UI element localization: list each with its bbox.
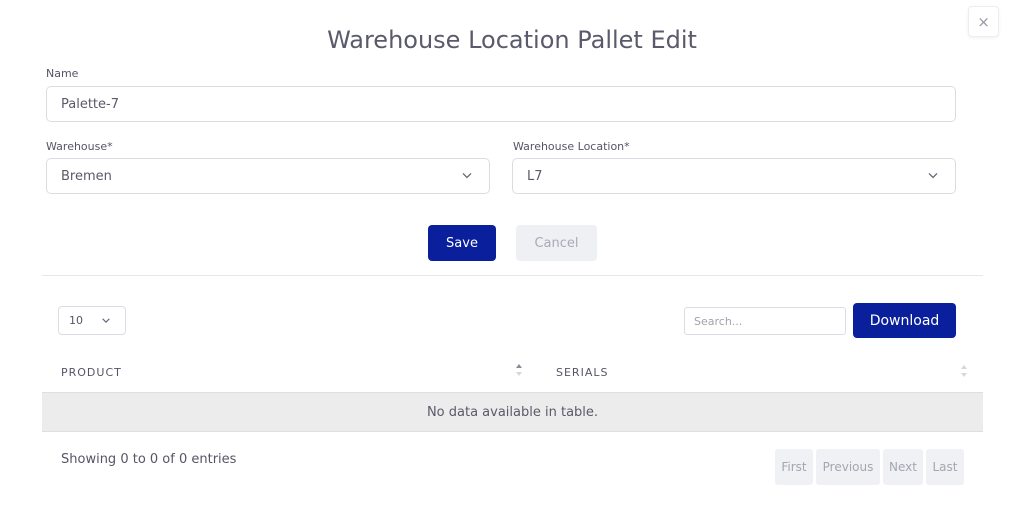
warehouse-select-value: Bremen xyxy=(61,168,112,184)
pagination-first-button[interactable]: First xyxy=(775,449,813,485)
table-bottom-divider xyxy=(42,431,983,432)
warehouse-location-select[interactable]: L7 xyxy=(512,158,956,194)
save-button[interactable]: Save xyxy=(428,225,496,261)
page-length-value: 10 xyxy=(69,314,83,327)
sort-icon[interactable] xyxy=(515,363,523,377)
name-input[interactable]: Palette-7 xyxy=(46,86,956,122)
pagination-last-button[interactable]: Last xyxy=(926,449,964,485)
section-divider xyxy=(42,275,983,276)
page-title: Warehouse Location Pallet Edit xyxy=(327,26,697,54)
chevron-down-icon xyxy=(928,172,938,179)
warehouse-select[interactable]: Bremen xyxy=(46,158,490,194)
column-header-serials[interactable]: SERIALS xyxy=(556,366,608,379)
pagination-previous-button[interactable]: Previous xyxy=(816,449,880,485)
page-length-select[interactable]: 10 xyxy=(58,306,126,335)
warehouse-label: Warehouse* xyxy=(46,140,113,153)
warehouse-location-select-value: L7 xyxy=(527,168,543,184)
name-label: Name xyxy=(46,67,79,80)
table-info: Showing 0 to 0 of 0 entries xyxy=(61,452,237,467)
download-button[interactable]: Download xyxy=(853,303,956,338)
column-header-product[interactable]: PRODUCT xyxy=(61,366,122,379)
empty-message: No data available in table. xyxy=(426,404,599,420)
cancel-button[interactable]: Cancel xyxy=(516,225,597,261)
chevron-down-icon xyxy=(462,172,472,179)
sort-icon[interactable] xyxy=(960,364,968,378)
table-empty-row: No data available in table. xyxy=(42,393,983,431)
name-input-value: Palette-7 xyxy=(61,96,119,112)
warehouse-pallet-edit-modal: × Warehouse Location Pallet Edit Name Pa… xyxy=(0,0,1024,512)
table-search-input[interactable] xyxy=(684,307,846,335)
warehouse-location-label: Warehouse Location* xyxy=(513,140,630,153)
chevron-down-icon xyxy=(102,317,110,323)
pagination-next-button[interactable]: Next xyxy=(883,449,923,485)
